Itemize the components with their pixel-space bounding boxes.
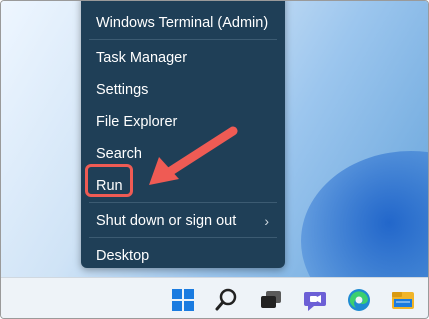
menu-item-settings[interactable]: Settings [96, 77, 285, 103]
menu-item-label: Settings [96, 82, 149, 98]
menu-item-label: Search [96, 146, 142, 162]
menu-separator [89, 237, 277, 238]
windows-start-icon[interactable] [169, 286, 197, 314]
task-view-icon[interactable] [257, 286, 285, 314]
menu-item-label: Windows Terminal (Admin) [96, 15, 269, 31]
menu-separator [89, 39, 277, 40]
pointer-arrow [149, 126, 238, 185]
search-icon[interactable] [213, 286, 241, 314]
menu-item-label: Shut down or sign out [96, 213, 237, 229]
menu-item-shut-down-or-sign-out[interactable]: Shut down or sign out › [96, 208, 285, 234]
file-explorer-icon[interactable] [389, 286, 417, 314]
chevron-right-icon: › [264, 213, 269, 229]
menu-item-task-manager[interactable]: Task Manager [96, 45, 285, 71]
taskbar [1, 277, 428, 318]
menu-item-label: Task Manager [96, 50, 188, 66]
run-highlight-box [85, 164, 133, 197]
menu-item-desktop[interactable]: Desktop [96, 243, 285, 269]
menu-item-windows-terminal-admin[interactable]: Windows Terminal (Admin) [96, 10, 285, 36]
edge-browser-icon[interactable] [345, 286, 373, 314]
menu-separator [89, 202, 277, 203]
menu-item-label: Desktop [96, 248, 150, 264]
teams-chat-icon[interactable] [301, 286, 329, 314]
screenshot-frame: Windows Terminal (Admin) Task Manager Se… [0, 0, 429, 319]
